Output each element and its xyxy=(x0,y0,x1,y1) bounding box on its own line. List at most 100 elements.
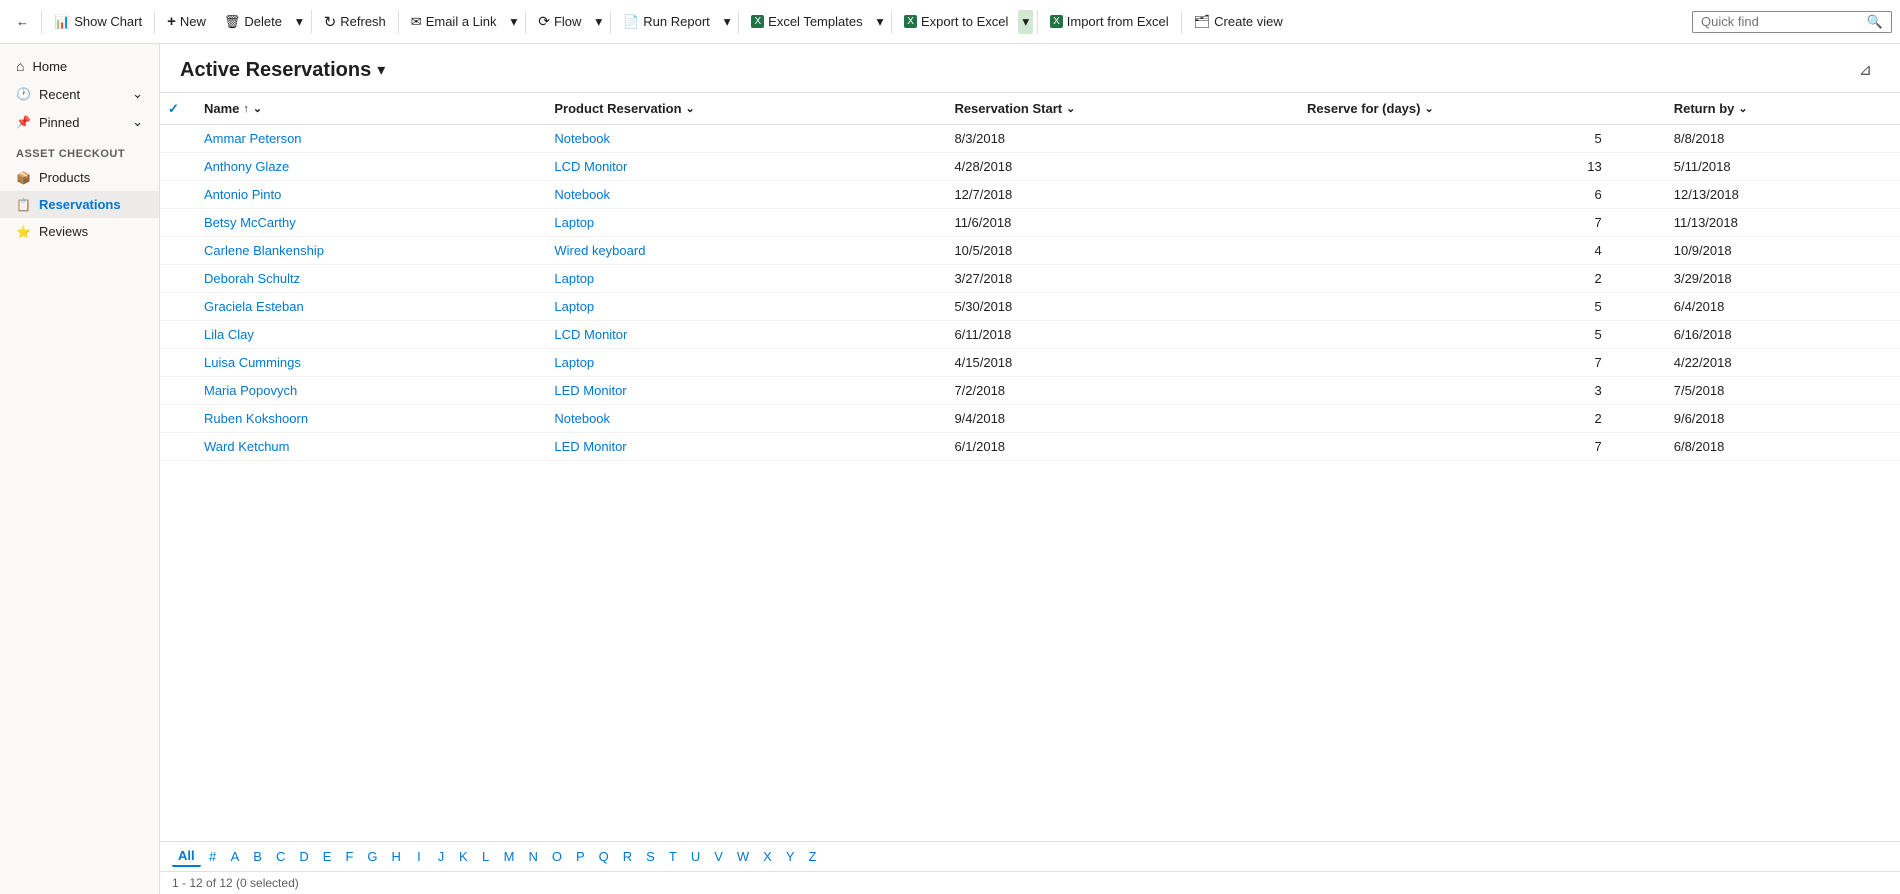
alpha-btn-o[interactable]: O xyxy=(546,847,568,866)
row-name-11[interactable]: Ward Ketchum xyxy=(192,433,542,461)
sidebar-item-reservations[interactable]: 📋 Reservations xyxy=(0,191,159,218)
delete-button[interactable]: 🗑 Delete xyxy=(216,10,290,34)
row-product-9[interactable]: LED Monitor xyxy=(542,377,942,405)
alpha-btn-x[interactable]: X xyxy=(757,847,778,866)
select-all-header[interactable]: ✓ xyxy=(160,93,192,125)
alpha-btn-l[interactable]: L xyxy=(476,847,496,866)
excel-templates-chevron[interactable]: ▾ xyxy=(873,10,888,34)
alpha-btn-v[interactable]: V xyxy=(708,847,729,866)
flow-chevron[interactable]: ▾ xyxy=(591,10,606,34)
new-button[interactable]: + New xyxy=(159,9,214,34)
row-product-6[interactable]: Laptop xyxy=(542,293,942,321)
row-name-6[interactable]: Graciela Esteban xyxy=(192,293,542,321)
alpha-btn-e[interactable]: E xyxy=(317,847,338,866)
back-button[interactable]: ← xyxy=(8,10,37,33)
row-product-11[interactable]: LED Monitor xyxy=(542,433,942,461)
excel-templates-button[interactable]: X Excel Templates xyxy=(743,10,870,33)
row-name-4[interactable]: Carlene Blankenship xyxy=(192,237,542,265)
alpha-btn-g[interactable]: G xyxy=(361,847,383,866)
alpha-btn-z[interactable]: Z xyxy=(803,847,823,866)
alpha-btn-n[interactable]: N xyxy=(522,847,543,866)
row-product-5[interactable]: Laptop xyxy=(542,265,942,293)
row-checkbox-7[interactable] xyxy=(160,321,192,349)
alpha-btn-d[interactable]: D xyxy=(293,847,314,866)
alpha-btn-s[interactable]: S xyxy=(640,847,661,866)
export-excel-button[interactable]: X Export to Excel xyxy=(896,10,1016,33)
alpha-btn-q[interactable]: Q xyxy=(593,847,615,866)
row-name-0[interactable]: Ammar Peterson xyxy=(192,125,542,153)
export-chevron[interactable]: ▾ xyxy=(1018,10,1033,34)
create-view-button[interactable]: 🗂 Create view xyxy=(1186,10,1291,34)
row-checkbox-10[interactable] xyxy=(160,405,192,433)
column-header-product[interactable]: Product Reservation ⌄ xyxy=(542,93,942,125)
row-name-10[interactable]: Ruben Kokshoorn xyxy=(192,405,542,433)
row-checkbox-8[interactable] xyxy=(160,349,192,377)
alpha-btn-u[interactable]: U xyxy=(685,847,706,866)
alpha-btn-p[interactable]: P xyxy=(570,847,591,866)
title-chevron-button[interactable]: ▾ xyxy=(377,60,385,80)
row-product-1[interactable]: LCD Monitor xyxy=(542,153,942,181)
row-product-8[interactable]: Laptop xyxy=(542,349,942,377)
row-name-3[interactable]: Betsy McCarthy xyxy=(192,209,542,237)
row-checkbox-4[interactable] xyxy=(160,237,192,265)
row-name-7[interactable]: Lila Clay xyxy=(192,321,542,349)
alpha-btn-k[interactable]: K xyxy=(453,847,474,866)
alpha-btn-f[interactable]: F xyxy=(339,847,359,866)
email-link-button[interactable]: ✉ Email a Link xyxy=(403,10,505,34)
row-checkbox-1[interactable] xyxy=(160,153,192,181)
row-product-7[interactable]: LCD Monitor xyxy=(542,321,942,349)
alpha-btn-y[interactable]: Y xyxy=(780,847,801,866)
sidebar-item-pinned[interactable]: 📌 Pinned ⌄ xyxy=(0,108,159,136)
sidebar-item-recent[interactable]: 🕐 Recent ⌄ xyxy=(0,80,159,108)
sidebar-item-home[interactable]: ⌂ Home xyxy=(0,52,159,80)
recent-icon: 🕐 xyxy=(16,87,31,101)
alpha-btn-c[interactable]: C xyxy=(270,847,291,866)
row-checkbox-9[interactable] xyxy=(160,377,192,405)
row-name-5[interactable]: Deborah Schultz xyxy=(192,265,542,293)
row-name-1[interactable]: Anthony Glaze xyxy=(192,153,542,181)
row-name-2[interactable]: Antonio Pinto xyxy=(192,181,542,209)
alpha-btn-a[interactable]: A xyxy=(225,847,246,866)
filter-button[interactable]: ⊿ xyxy=(1851,56,1880,84)
alpha-btn-all[interactable]: All xyxy=(172,846,201,867)
alpha-btn-b[interactable]: B xyxy=(247,847,268,866)
row-checkbox-2[interactable] xyxy=(160,181,192,209)
row-checkbox-3[interactable] xyxy=(160,209,192,237)
row-checkbox-0[interactable] xyxy=(160,125,192,153)
alpha-btn-h[interactable]: H xyxy=(386,847,407,866)
alpha-btn-i[interactable]: I xyxy=(409,847,429,866)
row-checkbox-5[interactable] xyxy=(160,265,192,293)
row-return-1: 5/11/2018 xyxy=(1662,153,1900,181)
alpha-btn-t[interactable]: T xyxy=(663,847,683,866)
column-header-days[interactable]: Reserve for (days) ⌄ xyxy=(1295,93,1662,125)
delete-chevron[interactable]: ▾ xyxy=(292,10,307,34)
row-product-10[interactable]: Notebook xyxy=(542,405,942,433)
row-product-0[interactable]: Notebook xyxy=(542,125,942,153)
row-checkbox-6[interactable] xyxy=(160,293,192,321)
run-report-chevron[interactable]: ▾ xyxy=(720,10,735,34)
row-name-8[interactable]: Luisa Cummings xyxy=(192,349,542,377)
alpha-btn-#[interactable]: # xyxy=(203,847,223,866)
sidebar-item-reviews[interactable]: ⭐ Reviews xyxy=(0,218,159,245)
flow-button[interactable]: ⟳ Flow xyxy=(530,9,589,34)
run-report-button[interactable]: 📄 Run Report xyxy=(615,10,718,34)
email-chevron[interactable]: ▾ xyxy=(507,10,522,34)
import-excel-button[interactable]: X Import from Excel xyxy=(1042,10,1177,33)
row-name-9[interactable]: Maria Popovych xyxy=(192,377,542,405)
column-header-return[interactable]: Return by ⌄ xyxy=(1662,93,1900,125)
alpha-btn-m[interactable]: M xyxy=(498,847,521,866)
alpha-btn-w[interactable]: W xyxy=(731,847,755,866)
row-days-9: 3 xyxy=(1295,377,1662,405)
alpha-btn-r[interactable]: R xyxy=(617,847,638,866)
column-header-start[interactable]: Reservation Start ⌄ xyxy=(942,93,1295,125)
quick-find-input[interactable] xyxy=(1701,14,1861,29)
alpha-btn-j[interactable]: J xyxy=(431,847,451,866)
sidebar-item-products[interactable]: 📦 Products xyxy=(0,164,159,191)
row-product-3[interactable]: Laptop xyxy=(542,209,942,237)
refresh-button[interactable]: ↻ Refresh xyxy=(316,9,394,35)
row-checkbox-11[interactable] xyxy=(160,433,192,461)
show-chart-button[interactable]: 📊 Show Chart xyxy=(46,10,150,34)
column-header-name[interactable]: Name ↑ ⌄ xyxy=(192,93,542,125)
row-product-4[interactable]: Wired keyboard xyxy=(542,237,942,265)
row-product-2[interactable]: Notebook xyxy=(542,181,942,209)
